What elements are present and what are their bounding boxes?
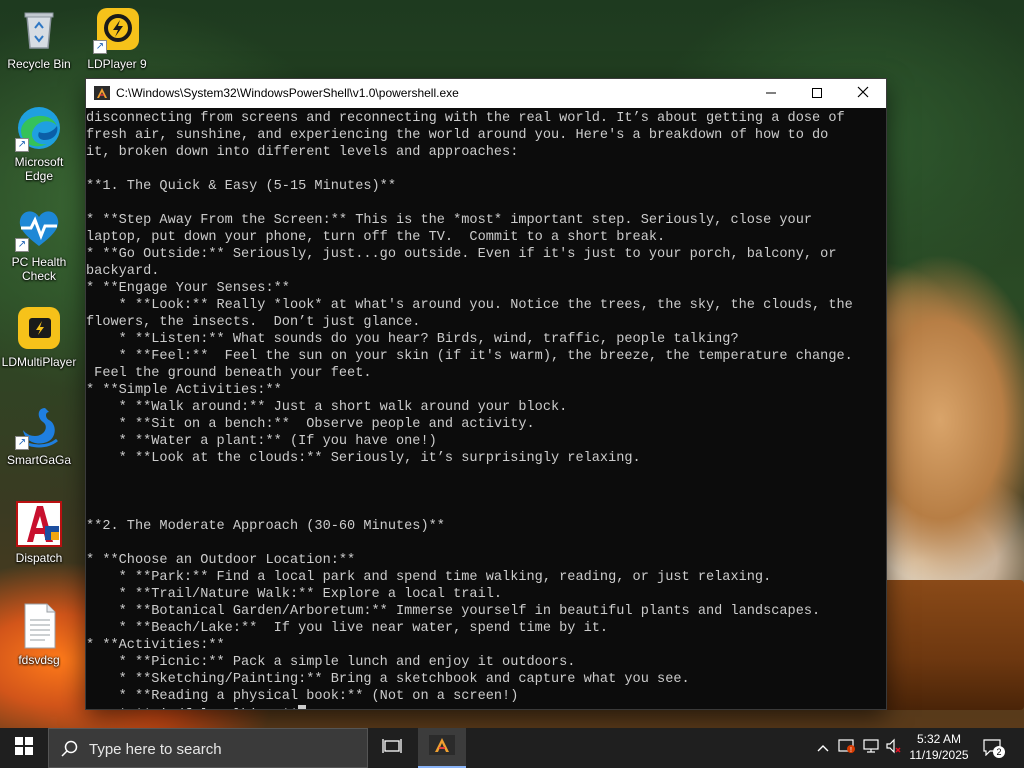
- console-line: * **Sit on a bench:** Observe people and…: [86, 417, 535, 432]
- notification-icon: 2: [982, 738, 1005, 758]
- console-line: * **Park:** Find a local park and spend …: [86, 570, 772, 585]
- desktop-icon-recycle-bin[interactable]: Recycle Bin: [0, 6, 78, 71]
- desktop-icon-label: fdsvdsg: [18, 653, 60, 667]
- console-output-area[interactable]: disconnecting from screens and reconnect…: [86, 108, 886, 709]
- console-line: backyard.: [86, 264, 160, 279]
- console-line: fresh air, sunshine, and experiencing th…: [86, 128, 829, 143]
- desktop-icon-smartgaga[interactable]: ↗ SmartGaGa: [0, 402, 78, 467]
- text-cursor: [298, 705, 307, 709]
- shortcut-arrow-icon: ↗: [15, 138, 29, 152]
- console-line: * **Feel:** Feel the sun on your skin (i…: [86, 349, 853, 364]
- desktop-icon-label: Dispatch: [15, 551, 63, 565]
- clock-date: 11/19/2025: [909, 748, 969, 762]
- console-line: disconnecting from screens and reconnect…: [86, 111, 845, 126]
- console-line: * **Beach/Lake:** If you live near water…: [86, 621, 609, 636]
- powershell-window[interactable]: C:\Windows\System32\WindowsPowerShell\v1…: [86, 79, 886, 709]
- tray-network-button[interactable]: [860, 728, 882, 768]
- console-line: Feel the ground beneath your feet.: [86, 366, 372, 381]
- desktop-icon-label: SmartGaGa: [6, 453, 72, 467]
- ldplayer-icon: ↗: [93, 6, 141, 54]
- console-line: **2. The Moderate Approach (30-60 Minute…: [86, 519, 445, 534]
- ldmultiplayer-icon: [15, 304, 63, 352]
- console-line: * **Activities:**: [86, 638, 225, 653]
- notification-count-badge: 2: [993, 746, 1005, 758]
- desktop-icon-label: LDMultiPlayer: [1, 355, 77, 369]
- svg-text:!: !: [850, 747, 852, 754]
- console-line: flowers, the insects. Don’t just glance.: [86, 315, 421, 330]
- console-line: laptop, put down your phone, turn off th…: [86, 230, 666, 245]
- action-center-button[interactable]: 2: [978, 728, 1008, 768]
- search-placeholder: Type here to search: [89, 741, 222, 758]
- taskbar-search-box[interactable]: Type here to search: [48, 728, 368, 768]
- desktop-icon-dispatch[interactable]: Dispatch: [0, 500, 78, 565]
- console-line: * **Engage Your Senses:**: [86, 281, 290, 296]
- search-icon: [61, 740, 79, 763]
- desktop-icon-label: LDPlayer 9: [87, 57, 147, 71]
- console-line: * **Choose an Outdoor Location:**: [86, 553, 356, 568]
- heart-pulse-icon: ↗: [15, 204, 63, 252]
- desktop-icon-pc-health-check[interactable]: ↗ PC Health Check: [0, 204, 78, 283]
- edge-icon: ↗: [15, 104, 63, 152]
- console-line: * **Listen:** What sounds do you hear? B…: [86, 332, 739, 347]
- maximize-icon: [812, 87, 822, 101]
- minimize-icon: [766, 87, 776, 101]
- console-line: * **Trail/Nature Walk:** Explore a local…: [86, 587, 503, 602]
- network-icon: [862, 738, 880, 759]
- start-button[interactable]: [0, 728, 48, 768]
- desktop-icon-microsoft-edge[interactable]: ↗ Microsoft Edge: [0, 104, 78, 183]
- show-hidden-icons-button[interactable]: [812, 728, 834, 768]
- console-line: * **Picnic:** Pack a simple lunch and en…: [86, 655, 576, 670]
- console-line: it, broken down into different levels an…: [86, 145, 519, 160]
- console-line: * **Step Away From the Screen:** This is…: [86, 213, 813, 228]
- desktop: Recycle Bin ↗ LDPlayer 9 ↗ Microsoft Edg…: [0, 0, 1024, 728]
- shortcut-arrow-icon: ↗: [15, 436, 29, 450]
- console-line: * **Water a plant:** (If you have one!): [86, 434, 437, 449]
- chevron-up-icon: [817, 739, 829, 757]
- shortcut-arrow-icon: ↗: [15, 238, 29, 252]
- maximize-button[interactable]: [794, 79, 840, 108]
- console-line: * **Mindful Walking:**: [86, 708, 298, 709]
- swan-icon: ↗: [15, 402, 63, 450]
- desktop-icon-label: PC Health Check: [11, 255, 67, 283]
- console-line: * **Sketching/Painting:** Bring a sketch…: [86, 672, 690, 687]
- console-text: disconnecting from screens and reconnect…: [86, 108, 886, 709]
- desktop-icon-ldplayer-9[interactable]: ↗ LDPlayer 9: [78, 6, 156, 71]
- task-view-icon: [382, 737, 402, 760]
- minimize-button[interactable]: [748, 79, 794, 108]
- powershell-app-icon: [94, 86, 110, 100]
- desktop-icon-fdsvdsg[interactable]: fdsvdsg: [0, 602, 78, 667]
- console-line: * **Simple Activities:**: [86, 383, 282, 398]
- tray-security-button[interactable]: !: [836, 728, 858, 768]
- taskbar-app-powershell[interactable]: [418, 728, 466, 768]
- powershell-taskbar-icon: [429, 734, 455, 760]
- tray-volume-button[interactable]: [884, 728, 904, 768]
- shortcut-arrow-icon: ↗: [93, 40, 107, 54]
- close-icon: [857, 86, 869, 101]
- desktop-icon-ldmultiplayer[interactable]: LDMultiPlayer: [0, 304, 78, 369]
- close-button[interactable]: [840, 79, 886, 108]
- windows-logo-icon: [15, 736, 33, 760]
- volume-muted-icon: [885, 738, 903, 759]
- wallpaper-bench: [880, 580, 1024, 710]
- taskbar: Type here to search ! 5:32 AM 11/19/2025…: [0, 728, 1024, 768]
- desktop-icon-label: Microsoft Edge: [14, 155, 64, 183]
- taskbar-clock[interactable]: 5:32 AM 11/19/2025: [904, 731, 974, 763]
- console-line: * **Walk around:** Just a short walk aro…: [86, 400, 568, 415]
- console-line: * **Look at the clouds:** Seriously, it’…: [86, 451, 641, 466]
- recycle-bin-icon: [15, 6, 63, 54]
- shield-warning-icon: !: [838, 738, 856, 759]
- text-file-icon: [15, 602, 63, 650]
- desktop-icon-label: Recycle Bin: [7, 57, 71, 71]
- console-line: **1. The Quick & Easy (5-15 Minutes)**: [86, 179, 396, 194]
- console-line: * **Go Outside:** Seriously, just...go o…: [86, 247, 837, 262]
- clock-time: 5:32 AM: [916, 732, 962, 746]
- console-line: * **Botanical Garden/Arboretum:** Immers…: [86, 604, 821, 619]
- console-line: * **Reading a physical book:** (Not on a…: [86, 689, 519, 704]
- window-titlebar[interactable]: C:\Windows\System32\WindowsPowerShell\v1…: [86, 79, 886, 108]
- window-title: C:\Windows\System32\WindowsPowerShell\v1…: [116, 86, 459, 100]
- dispatch-icon: [15, 500, 63, 548]
- task-view-button[interactable]: [368, 728, 416, 768]
- console-line: * **Look:** Really *look* at what's arou…: [86, 298, 853, 313]
